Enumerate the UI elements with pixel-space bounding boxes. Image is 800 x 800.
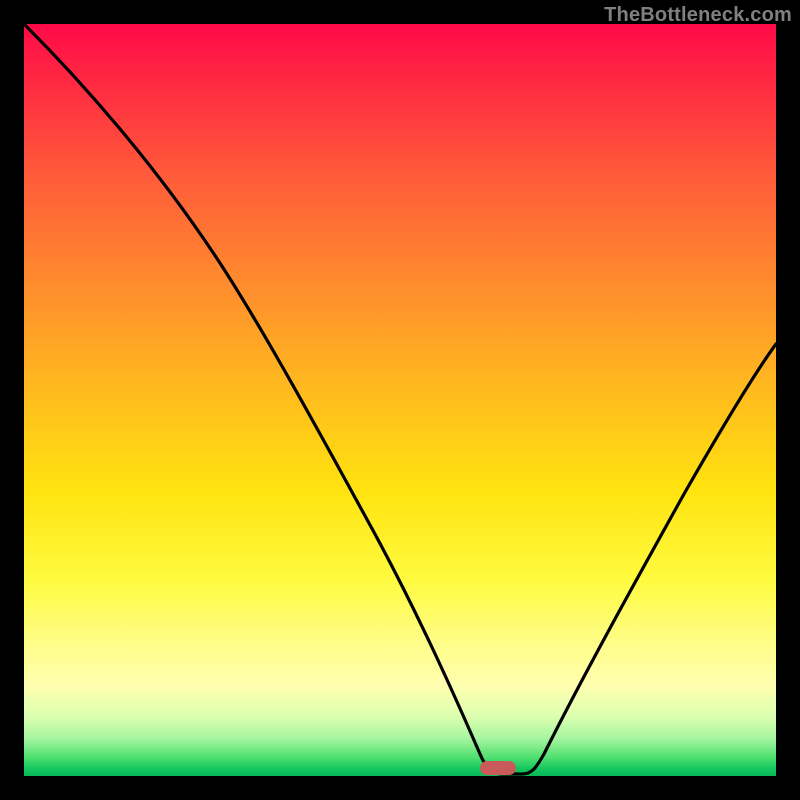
watermark-text: TheBottleneck.com xyxy=(604,4,792,27)
optimal-marker xyxy=(480,761,516,775)
plot-area xyxy=(24,24,776,776)
chart-frame: TheBottleneck.com xyxy=(0,0,800,800)
bottleneck-curve xyxy=(24,24,776,776)
curve-path xyxy=(24,24,776,774)
